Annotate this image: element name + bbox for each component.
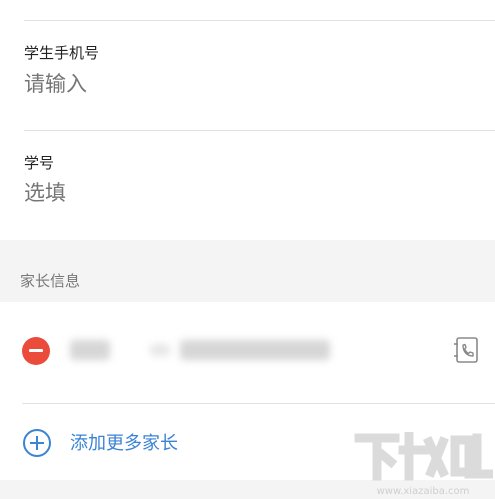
top-divider <box>24 20 495 21</box>
site-watermark-logo: www.xiazaiba.com <box>354 432 493 497</box>
remove-parent-button[interactable] <box>22 337 50 365</box>
add-circle-icon[interactable] <box>22 428 52 458</box>
student-info-card: 学生手机号 学号 <box>0 0 495 240</box>
parents-divider <box>22 403 495 404</box>
parents-section-title: 家长信息 <box>20 272 81 290</box>
parent-name-blurred <box>70 340 110 360</box>
parent-phone-blurred <box>180 340 330 360</box>
phone-input[interactable] <box>24 72 464 96</box>
field-divider <box>24 130 495 131</box>
student-id-label: 学号 <box>24 154 55 172</box>
student-id-input[interactable] <box>24 181 464 205</box>
blur-fragment <box>150 344 170 356</box>
phone-label: 学生手机号 <box>24 44 100 62</box>
add-parent-button[interactable]: 添加更多家长 <box>70 429 178 455</box>
contact-book-icon[interactable] <box>452 335 482 365</box>
watermark-url: www.xiazaiba.com <box>377 486 470 497</box>
